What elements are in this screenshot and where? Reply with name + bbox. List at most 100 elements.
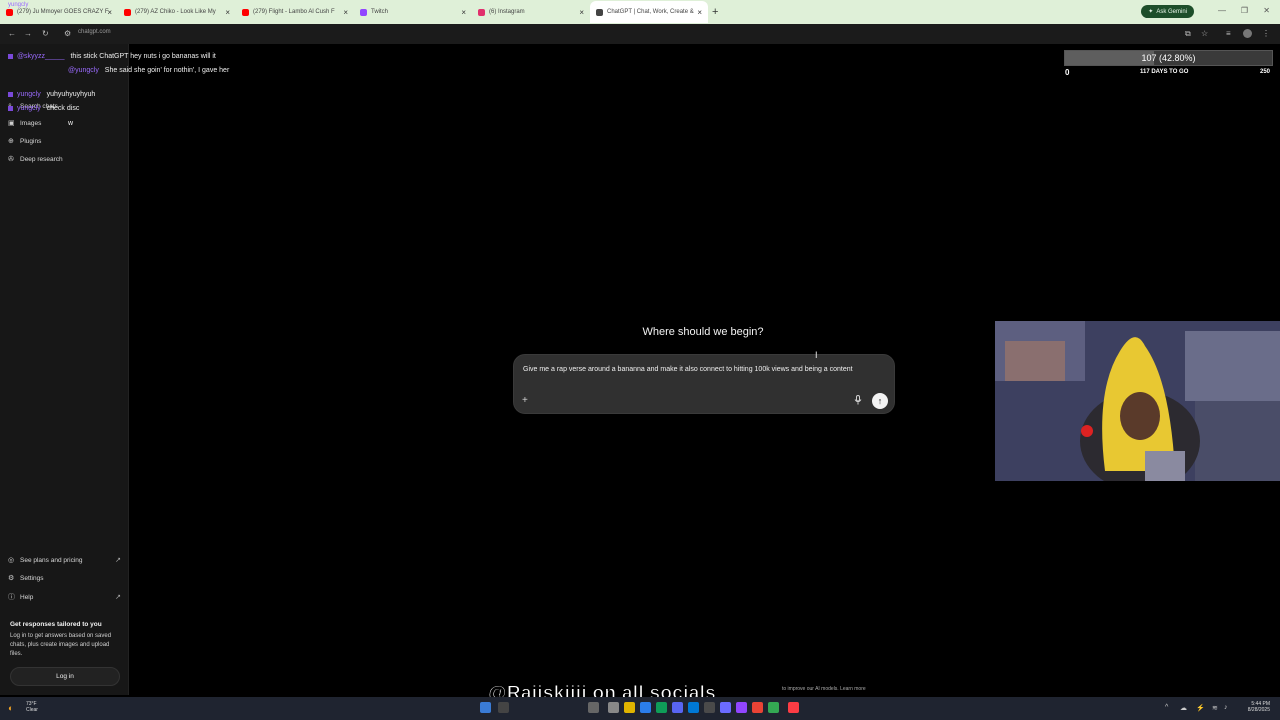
forward-icon[interactable]: → xyxy=(24,29,32,38)
clock-date: 8/28/2025 xyxy=(1247,707,1270,713)
menu-kebab-icon[interactable]: ⋮ xyxy=(1262,29,1270,38)
windows-taskbar: ◐ 73°F Clear ^ ☁ ⚡ ≋ ♪ 5:44 PM 8/28/2025 xyxy=(0,697,1280,720)
tailored-responses-body: Log in to get answers based on saved cha… xyxy=(10,633,112,657)
youtube-favicon-icon xyxy=(6,8,13,16)
close-icon[interactable]: × xyxy=(107,8,112,17)
plans-icon: ◎ xyxy=(8,557,15,564)
badge-icon xyxy=(8,53,13,59)
taskbar-clock[interactable]: 5:44 PM 8/28/2025 xyxy=(1248,701,1270,713)
ask-gemini-button[interactable]: ✦ Ask Gemini xyxy=(1141,5,1194,18)
file-explorer-icon[interactable] xyxy=(624,702,635,713)
prompt-composer[interactable]: Give me a rap verse around a bananna and… xyxy=(513,354,895,414)
tray-chevron-icon[interactable]: ^ xyxy=(1165,704,1168,711)
taskbar-app-icon[interactable] xyxy=(752,702,763,713)
install-app-icon[interactable]: ⧉ xyxy=(1185,29,1191,39)
tailored-responses-title: Get responses tailored to you xyxy=(10,621,102,628)
search-icon[interactable] xyxy=(498,702,509,713)
attach-plus-button[interactable]: + xyxy=(522,395,528,406)
disclaimer-text: to improve our AI models. Learn more xyxy=(782,686,866,692)
tray-app-icon[interactable]: ☁ xyxy=(1180,704,1187,712)
windows-start-icon[interactable] xyxy=(480,702,491,713)
volume-icon[interactable]: ♪ xyxy=(1224,704,1228,711)
sidebar-item-label: Deep research xyxy=(20,155,63,163)
goal-max: 250 xyxy=(1260,69,1271,75)
back-icon[interactable]: ← xyxy=(8,29,16,38)
sidebar-item-label: Settings xyxy=(20,574,44,582)
twitch-icon[interactable] xyxy=(736,702,747,713)
weather-desc: Clear xyxy=(26,707,38,713)
weather-sun-icon: ◐ xyxy=(8,703,14,713)
chat-message: yungcly yuhyuhyuyhyuh xyxy=(8,91,95,98)
instagram-favicon-icon xyxy=(478,8,485,16)
chat-message: w xyxy=(68,120,74,127)
twitch-favicon-icon xyxy=(360,8,367,16)
gear-icon: ⚙ xyxy=(8,575,15,582)
streamer-webcam-image xyxy=(995,321,1280,481)
browser-tab-2[interactable]: (279) AZ Chiko - Look Like My × xyxy=(118,1,236,23)
discord-icon[interactable] xyxy=(672,702,683,713)
taskbar-app-icon[interactable] xyxy=(768,702,779,713)
telescope-icon: ✇ xyxy=(8,156,14,163)
tab-title: Twitch xyxy=(371,9,389,15)
close-icon[interactable]: × xyxy=(225,8,230,17)
browser-tab-3[interactable]: (279) Flight - Lambo Al Cush F × xyxy=(236,1,354,23)
close-icon[interactable]: × xyxy=(697,8,702,17)
music-app-icon[interactable] xyxy=(788,702,799,713)
chrome-icon[interactable] xyxy=(656,702,667,713)
maximize-icon[interactable]: ❐ xyxy=(1241,6,1248,15)
webcam-overlay xyxy=(995,321,1280,481)
minimize-icon[interactable]: — xyxy=(1218,6,1226,15)
chat-message: yungcly check disc xyxy=(8,105,79,112)
sidebar-item-help[interactable]: ⓘ Help ↗ xyxy=(8,592,121,602)
sidebar-item-deep-research[interactable]: ✇ Deep research xyxy=(8,155,63,164)
close-icon[interactable]: × xyxy=(461,8,466,17)
prompt-input[interactable]: Give me a rap verse around a bananna and… xyxy=(523,364,887,376)
microphone-icon[interactable] xyxy=(854,395,862,407)
taskbar-app-icon[interactable] xyxy=(640,702,651,713)
sidebar-item-see-plans[interactable]: ◎ See plans and pricing ↗ xyxy=(8,556,121,565)
sidebar-item-settings[interactable]: ⚙ Settings xyxy=(8,574,44,583)
reload-icon[interactable]: ↻ xyxy=(42,29,49,38)
extensions-icon[interactable]: ≡ xyxy=(1226,29,1231,38)
bookmark-star-icon[interactable]: ☆ xyxy=(1201,29,1208,38)
ask-gemini-label: Ask Gemini xyxy=(1156,8,1187,15)
profile-avatar[interactable] xyxy=(1243,29,1252,38)
url-field[interactable]: chatgpt.com xyxy=(78,29,111,35)
browser-tab-instagram[interactable]: (6) Instagram × xyxy=(472,1,590,23)
external-link-icon: ↗ xyxy=(115,557,121,564)
new-tab-button[interactable]: + xyxy=(712,6,718,18)
youtube-favicon-icon xyxy=(124,8,131,16)
sidebar-item-plugins[interactable]: ⊕ Plugins xyxy=(8,137,42,146)
login-button[interactable]: Log in xyxy=(10,667,120,686)
tray-app-icon[interactable]: ⚡ xyxy=(1196,704,1205,712)
taskbar-app-icon[interactable] xyxy=(720,702,731,713)
taskbar-app-icon[interactable] xyxy=(588,702,599,713)
sparkle-icon: ✦ xyxy=(1148,9,1154,15)
site-info-icon[interactable]: ⚙ xyxy=(64,29,71,38)
badge-icon xyxy=(8,105,13,111)
page-title: Where should we begin? xyxy=(642,326,764,338)
send-button[interactable]: ↑ xyxy=(872,393,888,409)
browser-tab-twitch[interactable]: Twitch × xyxy=(354,1,472,23)
youtube-favicon-icon xyxy=(242,8,249,16)
taskbar-app-icon[interactable] xyxy=(608,702,619,713)
close-window-icon[interactable]: ✕ xyxy=(1263,6,1270,15)
edge-icon[interactable] xyxy=(688,702,699,713)
sidebar-item-images[interactable]: ▣ Images xyxy=(8,119,41,128)
microphone-svg xyxy=(854,395,862,405)
goal-progress-label: 107 (42.80%) xyxy=(1141,53,1196,63)
browser-tab-chatgpt[interactable]: ChatGPT | Chat, Work, Create & × xyxy=(590,1,708,23)
chatgpt-favicon-icon xyxy=(596,8,603,16)
taskbar-app-icon[interactable] xyxy=(704,702,715,713)
browser-tab-strip: (279) Ju Mmoyer GOES CRAZY F × (279) AZ … xyxy=(0,0,1280,24)
sidebar-item-label: Plugins xyxy=(20,137,42,145)
plugins-icon: ⊕ xyxy=(8,138,14,145)
goal-days-remaining: 117 DAYS TO GO xyxy=(1140,69,1189,75)
text-cursor-icon: I xyxy=(815,350,818,360)
wifi-icon[interactable]: ≋ xyxy=(1212,704,1218,712)
close-icon[interactable]: × xyxy=(579,8,584,17)
weather-widget[interactable]: 73°F Clear xyxy=(26,701,38,713)
close-icon[interactable]: × xyxy=(343,8,348,17)
tab-title: (279) Ju Mmoyer GOES CRAZY F xyxy=(17,9,109,15)
sidebar-item-label: See plans and pricing xyxy=(20,556,83,564)
